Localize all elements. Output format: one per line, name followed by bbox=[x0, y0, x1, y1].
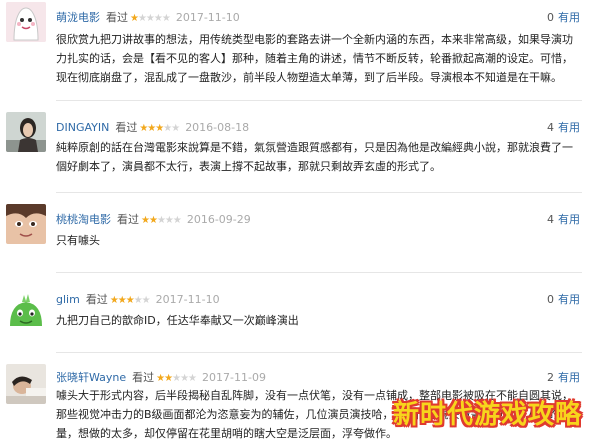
useful-count: 0 bbox=[547, 293, 554, 306]
watched-label: 看过 bbox=[115, 121, 138, 134]
person-photo bbox=[6, 112, 46, 152]
rating-stars: ★★★★★ bbox=[141, 215, 182, 226]
useful-button[interactable]: 0 有用 bbox=[547, 10, 580, 26]
username-link[interactable]: 桃桃淘电影 bbox=[56, 213, 111, 226]
star-icon: ★★ bbox=[163, 123, 180, 134]
useful-count: 4 bbox=[547, 121, 554, 134]
site-watermark: 新时代游戏攻略 bbox=[392, 400, 582, 430]
useful-label: 有用 bbox=[558, 121, 580, 134]
review-date: 2016-09-29 bbox=[186, 213, 251, 226]
cartoon-ghost-icon bbox=[6, 2, 46, 42]
useful-count: 0 bbox=[547, 11, 554, 24]
useful-button[interactable]: 4 有用 bbox=[547, 120, 580, 136]
star-icon: ★ bbox=[130, 13, 139, 24]
divider bbox=[56, 100, 582, 101]
useful-count: 4 bbox=[547, 213, 554, 226]
review-text: 九把刀自己的歆命ID，任达华奉献又一次巅峰演出 bbox=[56, 314, 299, 327]
username-link[interactable]: 张晓轩Wayne bbox=[56, 371, 126, 384]
review-date: 2016-08-18 bbox=[185, 121, 250, 134]
review-text: 很欣赏九把刀讲故事的想法，用传统类型电影的套路去讲一个全新内涵的东西，本来非常高… bbox=[56, 33, 573, 84]
review-meta: 张晓轩Wayne 看过 ★★★★★ 2017-11-09 bbox=[56, 370, 266, 386]
review-text: 只有噱头 bbox=[56, 234, 100, 247]
useful-count: 2 bbox=[547, 371, 554, 384]
useful-label: 有用 bbox=[558, 11, 580, 24]
person-lying-photo bbox=[6, 364, 46, 404]
star-icon: ★★ bbox=[141, 215, 158, 226]
avatar[interactable] bbox=[6, 364, 46, 404]
star-icon: ★★★ bbox=[156, 215, 182, 226]
review-date: 2017-11-09 bbox=[202, 371, 266, 384]
star-icon: ★★ bbox=[133, 295, 151, 306]
star-icon: ★★★ bbox=[172, 373, 197, 384]
review-date: 2017-11-10 bbox=[175, 11, 240, 24]
watched-label: 看过 bbox=[85, 293, 108, 306]
divider bbox=[56, 352, 582, 353]
watched-label: 看过 bbox=[106, 11, 128, 24]
useful-label: 有用 bbox=[558, 293, 580, 306]
useful-button[interactable]: 4 有用 bbox=[547, 212, 580, 228]
review-date: 2017-11-10 bbox=[155, 293, 220, 306]
review-meta: DINGAYIN 看过 ★★★★★ 2016-08-18 bbox=[56, 120, 249, 136]
star-icon: ★★★ bbox=[139, 123, 164, 134]
star-icon: ★★★ bbox=[109, 295, 135, 306]
avatar[interactable] bbox=[6, 204, 46, 244]
username-link[interactable]: 萌泷电影 bbox=[56, 11, 100, 24]
star-icon: ★★ bbox=[156, 373, 173, 384]
review-meta: 萌泷电影 看过 ★★★★★ 2017-11-10 bbox=[56, 10, 240, 26]
username-link[interactable]: glim bbox=[56, 293, 80, 306]
review-text: 純粹原創的話在台灣電影來說算是不錯，氣氛營造跟質感都有，只是因為他是改編經典小說… bbox=[56, 141, 573, 173]
avatar[interactable] bbox=[6, 112, 46, 152]
rating-stars: ★★★★★ bbox=[130, 13, 171, 24]
rating-stars: ★★★★★ bbox=[139, 123, 180, 134]
rating-stars: ★★★★★ bbox=[109, 295, 151, 306]
useful-button[interactable]: 0 有用 bbox=[547, 292, 580, 308]
watched-label: 看过 bbox=[117, 213, 139, 226]
username-link[interactable]: DINGAYIN bbox=[56, 121, 109, 134]
divider bbox=[56, 272, 582, 273]
review-meta: glim 看过 ★★★★★ 2017-11-10 bbox=[56, 292, 220, 308]
rating-stars: ★★★★★ bbox=[156, 373, 197, 384]
star-icon: ★★★★ bbox=[137, 13, 171, 24]
useful-button[interactable]: 2 有用 bbox=[547, 370, 580, 386]
useful-label: 有用 bbox=[558, 213, 580, 226]
anime-face-photo bbox=[6, 204, 46, 244]
useful-label: 有用 bbox=[558, 371, 580, 384]
avatar[interactable] bbox=[6, 290, 46, 330]
divider bbox=[56, 192, 582, 193]
review-meta: 桃桃淘电影 看过 ★★★★★ 2016-09-29 bbox=[56, 212, 251, 228]
watched-label: 看过 bbox=[132, 371, 155, 384]
avatar[interactable] bbox=[6, 2, 46, 42]
green-dinosaur-icon bbox=[6, 290, 46, 330]
